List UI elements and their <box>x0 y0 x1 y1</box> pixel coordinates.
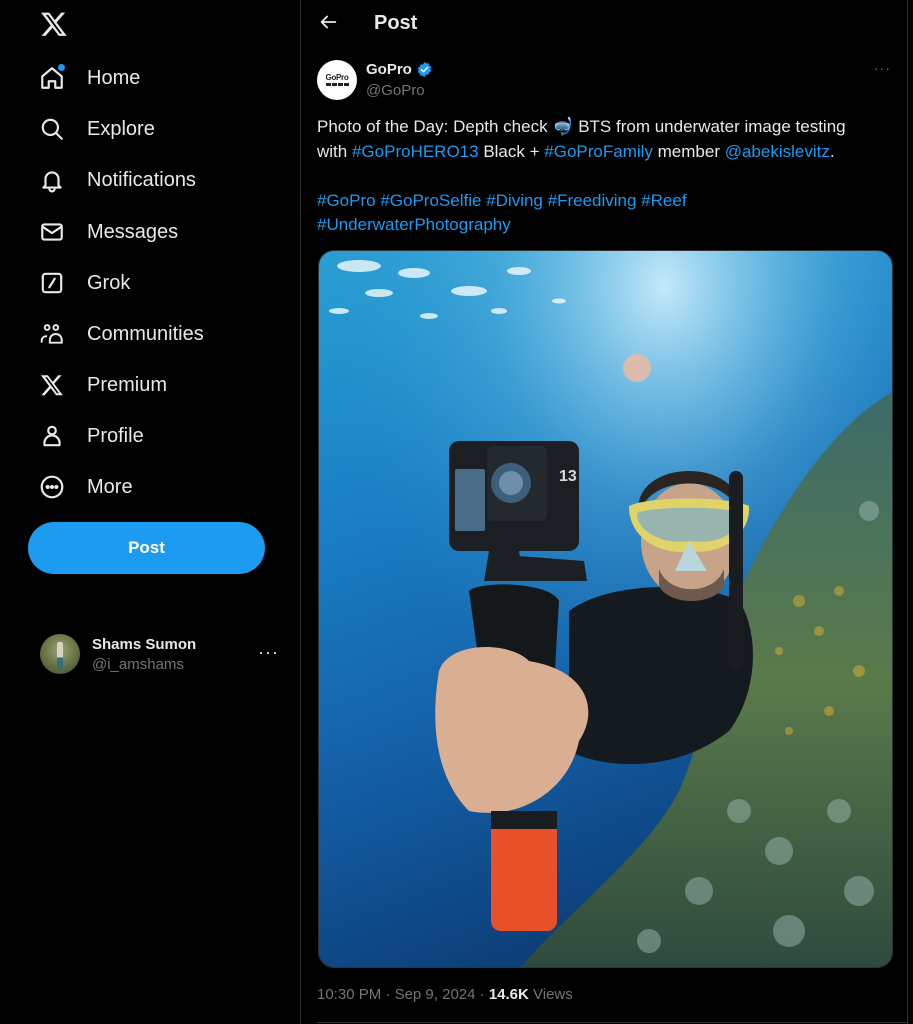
sidebar-item-communities[interactable]: Communities <box>38 314 204 354</box>
post-divider <box>317 1022 907 1023</box>
separator: · <box>475 986 489 1003</box>
sidebar-item-label: Notifications <box>87 168 196 191</box>
verified-badge-icon <box>417 62 432 77</box>
separator: · <box>381 986 395 1003</box>
underwater-photo: 13 <box>319 251 892 967</box>
sidebar-item-label: Home <box>87 66 141 89</box>
more-icon[interactable]: ··· <box>258 642 279 663</box>
back-button[interactable] <box>317 11 341 35</box>
sidebar-item-messages[interactable]: Messages <box>38 212 178 252</box>
text-segment: Black + <box>478 141 545 161</box>
avatar <box>40 634 80 674</box>
sidebar-item-label: Grok <box>87 271 131 294</box>
account-handle: @i_amshams <box>92 655 184 673</box>
grok-icon <box>38 269 66 297</box>
text-segment: Photo of the Day: Depth check <box>317 117 553 136</box>
sidebar-item-label: Premium <box>87 373 168 396</box>
author-handle[interactable]: @GoPro <box>366 82 425 99</box>
post-detail: Post GoPro GoPro @GoPro ··· Photo of the… <box>301 0 907 1024</box>
text-segment: . <box>829 141 835 161</box>
hashtag-link[interactable]: #GoProSelfie <box>380 191 481 210</box>
more-circle-icon <box>38 473 66 501</box>
search-icon <box>38 115 66 143</box>
hashtag-link[interactable]: #GoProFamily <box>544 142 653 161</box>
hashtag-link[interactable]: #UnderwaterPhotography <box>317 215 511 234</box>
hashtag-link[interactable]: #Diving <box>486 191 543 210</box>
account-switcher[interactable]: Shams Sumon @i_amshams ··· <box>40 632 285 676</box>
more-icon[interactable]: ··· <box>874 60 891 76</box>
arrow-left-icon <box>320 15 337 29</box>
post-time[interactable]: 10:30 PM <box>317 986 381 1003</box>
x-logo-icon[interactable] <box>40 10 68 38</box>
sidebar-item-notifications[interactable]: Notifications <box>38 160 196 200</box>
text-segment: BTS from underwater image testing <box>573 117 846 136</box>
diving-mask-emoji: 🤿 <box>552 117 574 136</box>
gopro-logo-icon <box>325 83 349 86</box>
home-icon <box>38 64 66 92</box>
hashtag-link[interactable]: #Freediving <box>548 191 637 210</box>
column-divider <box>907 0 908 1024</box>
mention-link[interactable]: @abekislevitz <box>725 142 830 161</box>
sidebar-item-label: Messages <box>87 220 179 243</box>
sidebar-item-explore[interactable]: Explore <box>38 109 155 149</box>
communities-icon <box>38 320 66 348</box>
views-label: Views <box>533 986 573 1003</box>
bell-icon <box>38 166 66 194</box>
sidebar-item-label: Profile <box>87 424 144 447</box>
sidebar-item-profile[interactable]: Profile <box>38 416 144 456</box>
sidebar: Home Explore Notifications Messages Grok… <box>0 0 300 1024</box>
post-button[interactable]: Post <box>28 522 265 574</box>
post-date[interactable]: Sep 9, 2024 <box>395 986 476 1003</box>
person-icon <box>38 422 66 450</box>
sidebar-item-premium[interactable]: Premium <box>38 365 167 405</box>
envelope-icon <box>38 218 66 246</box>
sidebar-item-label: Explore <box>87 117 155 140</box>
notification-dot <box>58 64 65 71</box>
sidebar-item-label: More <box>87 475 133 498</box>
hashtag-link[interactable]: #GoPro <box>317 191 376 210</box>
author-name: GoPro <box>366 61 412 78</box>
author-avatar[interactable]: GoPro <box>317 60 357 100</box>
post-timestamp: 10:30 PM · Sep 9, 2024 · 14.6K Views <box>317 986 573 1003</box>
sidebar-item-grok[interactable]: Grok <box>38 263 130 303</box>
gopro-logo-text: GoPro <box>325 73 349 82</box>
views-count: 14.6K <box>488 986 529 1003</box>
sidebar-item-home[interactable]: Home <box>38 58 140 98</box>
account-name: Shams Sumon <box>92 635 197 653</box>
post-text: Photo of the Day: Depth check 🤿 BTS from… <box>317 115 887 238</box>
text-segment: with <box>317 141 352 161</box>
author-name-row[interactable]: GoPro <box>366 61 433 78</box>
x-premium-icon <box>38 371 66 399</box>
sidebar-item-label: Communities <box>87 322 204 345</box>
post-image[interactable]: 13 <box>318 250 893 968</box>
page-title: Post <box>374 12 418 34</box>
text-segment: member <box>652 141 725 161</box>
camera-label: 13 <box>559 468 577 485</box>
hashtag-link[interactable]: #GoProHERO13 <box>352 142 479 161</box>
sidebar-item-more[interactable]: More <box>38 467 133 507</box>
hashtag-link[interactable]: #Reef <box>641 191 686 210</box>
